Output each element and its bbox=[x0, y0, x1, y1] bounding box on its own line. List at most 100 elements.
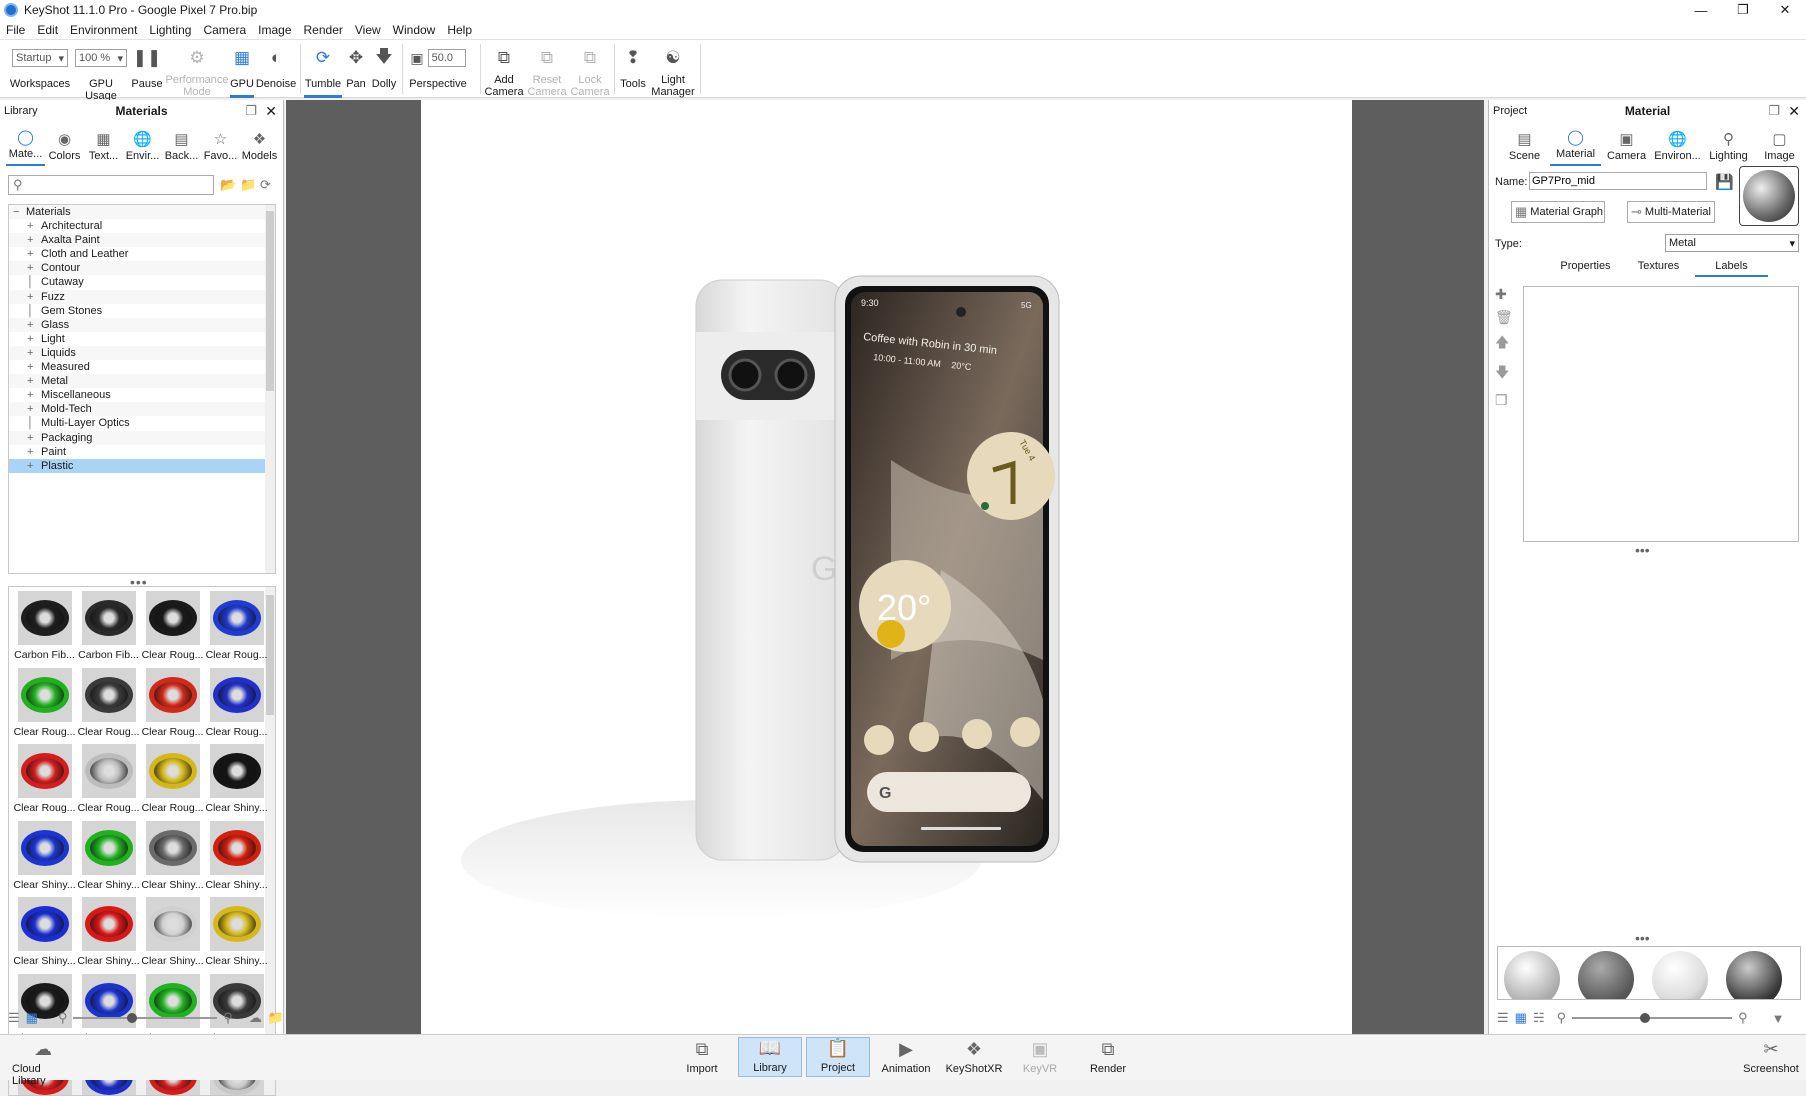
material-thumbnail[interactable]: Clear Roug... bbox=[13, 742, 76, 818]
cloud-upload-icon[interactable]: ☁ bbox=[249, 1010, 262, 1026]
slider-handle[interactable] bbox=[1640, 1013, 1651, 1023]
tree-item[interactable]: + Glass bbox=[9, 317, 275, 332]
material-name-input[interactable] bbox=[1529, 172, 1707, 190]
render-button[interactable]: ⧉ Render bbox=[1078, 1039, 1138, 1075]
performance-mode-button[interactable]: ⚙ Performance Mode bbox=[166, 44, 229, 98]
expand-icon[interactable]: + bbox=[27, 402, 33, 416]
expand-icon[interactable]: + bbox=[27, 360, 33, 374]
folder-open-icon[interactable]: 📂 bbox=[220, 177, 236, 193]
menu-view[interactable]: View bbox=[349, 23, 387, 37]
tree-item[interactable]: + Plastic bbox=[9, 458, 275, 473]
tree-item[interactable]: + Light bbox=[9, 332, 275, 346]
menu-file[interactable]: File bbox=[0, 23, 31, 37]
menu-render[interactable]: Render bbox=[298, 23, 349, 37]
material-thumbnail[interactable]: Clear Shiny... bbox=[205, 742, 268, 818]
project-button[interactable]: 📋 Project bbox=[806, 1037, 870, 1077]
folder-add-icon[interactable]: 📁 bbox=[240, 177, 256, 193]
expand-icon[interactable]: + bbox=[27, 431, 33, 445]
tree-item[interactable]: + Metal bbox=[9, 374, 275, 389]
tab-textures[interactable]: ▦ Text... bbox=[84, 130, 123, 166]
expand-icon[interactable]: + bbox=[27, 445, 33, 459]
close-icon[interactable]: ✕ bbox=[1788, 103, 1800, 120]
fov-input[interactable]: 50.0 bbox=[427, 49, 466, 67]
tab-materials[interactable]: ◯ Mate... bbox=[6, 128, 45, 166]
tree-line-icon[interactable]: │ bbox=[27, 304, 34, 318]
denoise-button[interactable]: ◐ Denoise bbox=[256, 44, 296, 90]
add-icon[interactable]: ✚ bbox=[1495, 286, 1513, 303]
tree-item[interactable]: + Miscellaneous bbox=[9, 388, 275, 402]
tree-item[interactable]: + Paint bbox=[9, 445, 275, 459]
tree-item[interactable]: + Architectural bbox=[9, 219, 275, 233]
tree-item[interactable]: │ Cutaway bbox=[9, 275, 275, 289]
scrollbar-thumb[interactable] bbox=[266, 211, 274, 391]
subtab-textures[interactable]: Textures bbox=[1622, 260, 1695, 277]
render-viewport[interactable]: G 9:30 5G Coffee with Robin in 30 min 10… bbox=[286, 100, 1484, 1034]
tree-item[interactable]: + Cloth and Leather bbox=[9, 247, 275, 261]
import-button[interactable]: ⧉ Import bbox=[672, 1039, 732, 1075]
tab-scene[interactable]: ▤ Scene bbox=[1499, 130, 1550, 166]
save-icon[interactable]: 💾 bbox=[1715, 173, 1734, 191]
material-thumbnail[interactable]: Clear Roug... bbox=[205, 589, 268, 665]
expand-icon[interactable]: + bbox=[27, 233, 33, 247]
menu-lighting[interactable]: Lighting bbox=[143, 23, 197, 37]
slider-handle[interactable] bbox=[127, 1013, 138, 1023]
material-thumbnail[interactable]: Clear Roug... bbox=[141, 666, 204, 742]
workspace-select[interactable]: Startup ▾ bbox=[12, 49, 68, 67]
tree-line-icon[interactable]: │ bbox=[27, 275, 34, 289]
menu-window[interactable]: Window bbox=[387, 23, 442, 37]
render-canvas[interactable]: G 9:30 5G Coffee with Robin in 30 min 10… bbox=[421, 100, 1352, 1034]
expand-icon[interactable]: + bbox=[27, 290, 33, 304]
expand-icon[interactable]: + bbox=[27, 247, 33, 261]
tree-item[interactable]: + Liquids bbox=[9, 345, 275, 361]
library-search-input[interactable] bbox=[26, 179, 213, 191]
tab-camera[interactable]: ▣ Camera bbox=[1601, 130, 1652, 166]
move-up-icon[interactable]: 🡅 bbox=[1495, 332, 1513, 356]
material-thumbnail[interactable]: Clear Shiny... bbox=[205, 819, 268, 895]
tree-item[interactable]: + Packaging bbox=[9, 430, 275, 445]
tab-environment[interactable]: 🌐 Environ... bbox=[1652, 130, 1703, 166]
swatch-ball[interactable] bbox=[1504, 951, 1560, 999]
tab-environments[interactable]: 🌐 Envir... bbox=[123, 130, 162, 166]
tab-backplates[interactable]: ▤ Back... bbox=[162, 130, 201, 166]
gpu-usage-control[interactable]: 100 % ▾ GPU Usage bbox=[74, 44, 128, 102]
swatch-ball[interactable] bbox=[1578, 951, 1634, 999]
refresh-icon[interactable]: ⟳ bbox=[260, 177, 271, 193]
dolly-button[interactable]: 🡇 Dolly bbox=[370, 44, 398, 91]
menu-camera[interactable]: Camera bbox=[197, 23, 252, 37]
material-thumbnail[interactable]: Clear Shiny... bbox=[141, 895, 204, 971]
thumbnail-size-slider[interactable] bbox=[73, 1013, 218, 1023]
menu-help[interactable]: Help bbox=[441, 23, 478, 37]
library-search-field[interactable]: ⚲ bbox=[8, 175, 214, 195]
tree-item[interactable]: │ Multi-Layer Optics bbox=[9, 416, 275, 430]
material-thumbnail[interactable]: Clear Shiny... bbox=[13, 819, 76, 895]
gpu-button[interactable]: ▦ GPU bbox=[230, 44, 254, 98]
material-thumbnail[interactable]: Clear Shiny... bbox=[77, 895, 140, 971]
tree-item[interactable]: + Mold-Tech bbox=[9, 402, 275, 417]
menu-image[interactable]: Image bbox=[252, 23, 297, 37]
tree-item[interactable]: + Fuzz bbox=[9, 289, 275, 304]
material-thumbnail[interactable]: Carbon Fib... bbox=[13, 589, 76, 665]
screenshot-button[interactable]: ✂ Screenshot bbox=[1740, 1039, 1802, 1075]
expand-icon[interactable]: + bbox=[27, 219, 33, 233]
gpu-usage-select[interactable]: 100 % ▾ bbox=[75, 49, 127, 67]
zoom-in-icon[interactable]: ⚲ bbox=[223, 1010, 233, 1026]
reset-camera-button[interactable]: ⧉ Reset Camera bbox=[526, 44, 568, 98]
tree-root-materials[interactable]: − Materials bbox=[9, 205, 275, 220]
light-manager-button[interactable]: ☯ Light Manager bbox=[650, 44, 696, 98]
close-window-button[interactable]: ✕ bbox=[1764, 0, 1806, 20]
tree-line-icon[interactable]: │ bbox=[27, 416, 34, 430]
tumble-button[interactable]: ⟳ Tumble bbox=[304, 44, 342, 98]
zoom-out-icon[interactable]: ⚲ bbox=[58, 1010, 68, 1026]
close-icon[interactable]: ✕ bbox=[265, 103, 277, 120]
expand-icon[interactable]: + bbox=[27, 459, 33, 473]
expand-icon[interactable]: + bbox=[27, 318, 33, 332]
lock-camera-button[interactable]: ⧉ Lock Camera bbox=[570, 44, 610, 98]
tree-item[interactable]: + Contour bbox=[9, 261, 275, 276]
subtab-properties[interactable]: Properties bbox=[1549, 260, 1622, 277]
tab-lighting[interactable]: ⚲ Lighting bbox=[1703, 130, 1754, 166]
tab-material[interactable]: ◯ Material bbox=[1550, 128, 1601, 166]
collapse-icon[interactable]: − bbox=[13, 205, 19, 219]
grid-view-icon[interactable]: ▦ bbox=[26, 1010, 38, 1026]
add-camera-button[interactable]: ⧉ Add Camera bbox=[484, 44, 524, 98]
tab-colors[interactable]: ◉ Colors bbox=[45, 130, 84, 166]
